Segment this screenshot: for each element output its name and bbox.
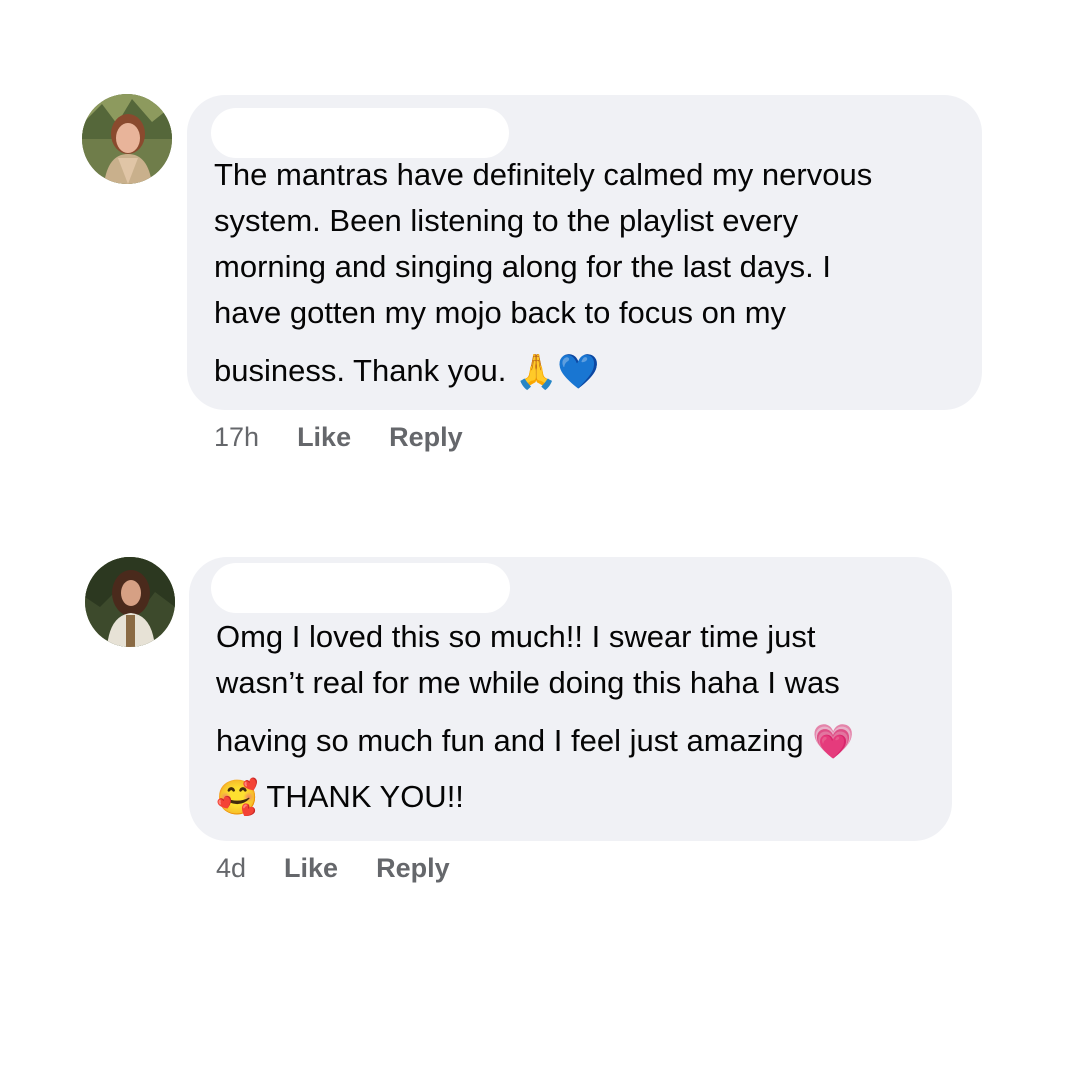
- reply-button[interactable]: Reply: [389, 422, 463, 453]
- pink-heart-icon: 💗: [812, 722, 855, 762]
- like-button[interactable]: Like: [297, 422, 351, 453]
- commenter-name-redacted[interactable]: [211, 563, 510, 613]
- comment-line: have gotten my mojo back to focus on my: [214, 295, 787, 330]
- smiling-face-with-hearts-icon: 🥰: [216, 778, 259, 818]
- reply-button[interactable]: Reply: [376, 853, 450, 884]
- comment-timestamp: 17h: [214, 422, 260, 452]
- comment-line: morning and singing along for the last d…: [214, 249, 831, 284]
- comment-line: business. Thank you.: [214, 353, 515, 388]
- avatar[interactable]: [82, 94, 172, 184]
- comment-line: THANK YOU!!: [258, 779, 464, 814]
- comment-line: The mantras have definitely calmed my ne…: [214, 157, 873, 192]
- comment-text: The mantras have definitely calmed my ne…: [214, 152, 974, 395]
- comment-actions: 4d Like Reply: [216, 853, 450, 884]
- comment-line: system. Been listening to the playlist e…: [214, 203, 799, 238]
- comment-timestamp: 4d: [216, 853, 247, 883]
- blue-heart-icon: 💙: [557, 352, 600, 392]
- avatar-photo-icon: [82, 94, 172, 184]
- avatar[interactable]: [85, 557, 175, 647]
- folded-hands-icon: 🙏: [515, 352, 558, 392]
- comment-text: Omg I loved this so much!! I swear time …: [216, 614, 941, 821]
- like-button[interactable]: Like: [284, 853, 338, 884]
- comment-line: having so much fun and I feel just amazi…: [216, 723, 813, 758]
- comment-line: wasn’t real for me while doing this haha…: [216, 665, 840, 700]
- comment-bubble: The mantras have definitely calmed my ne…: [187, 95, 982, 410]
- comment-bubble: Omg I loved this so much!! I swear time …: [189, 557, 952, 841]
- comment-actions: 17h Like Reply: [214, 422, 463, 453]
- avatar-photo-icon: [85, 557, 175, 647]
- commenter-name-redacted[interactable]: [211, 108, 509, 158]
- comment-line: Omg I loved this so much!! I swear time …: [216, 619, 816, 654]
